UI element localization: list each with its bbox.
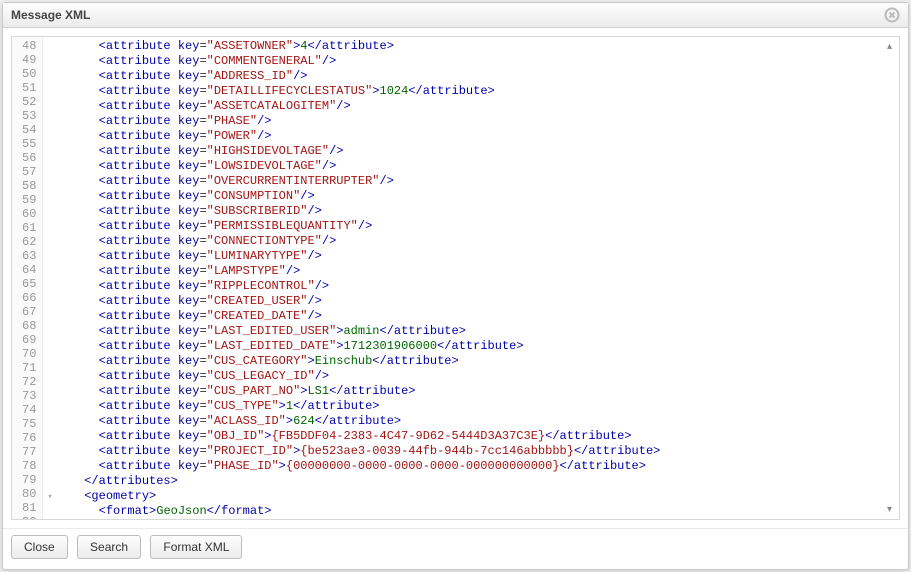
code-line: <attribute key="RIPPLECONTROL"/> (47, 279, 899, 294)
code-line: <attribute key="LOWSIDEVOLTAGE"/> (47, 159, 899, 174)
line-number-gutter: 4849505152535455565758596061626364656667… (12, 37, 43, 519)
code-line: <attribute key="LAST_EDITED_DATE">171230… (47, 339, 899, 354)
code-line: <attribute key="CUS_LEGACY_ID"/> (47, 369, 899, 384)
message-xml-dialog: Message XML ▴ ▾ 484950515253545556575859… (2, 2, 909, 570)
code-line: <attribute key="CUS_TYPE">1</attribute> (47, 399, 899, 414)
code-line: <attribute key="POWER"/> (47, 129, 899, 144)
code-line: <attribute key="SUBSCRIBERID"/> (47, 204, 899, 219)
format-xml-button[interactable]: Format XML (150, 535, 242, 559)
code-content[interactable]: <attribute key="ASSETOWNER">4</attribute… (43, 37, 899, 519)
code-line: ▾ <geometry> (47, 489, 899, 504)
dialog-titlebar[interactable]: Message XML (3, 3, 908, 28)
code-line: <attribute key="ACLASS_ID">624</attribut… (47, 414, 899, 429)
code-line: <attribute key="COMMENTGENERAL"/> (47, 54, 899, 69)
code-line: <format>GeoJson</format> (47, 504, 899, 519)
code-line: <attribute key="PERMISSIBLEQUANTITY"/> (47, 219, 899, 234)
close-button[interactable]: Close (11, 535, 68, 559)
code-line: <attribute key="CREATED_USER"/> (47, 294, 899, 309)
code-line: <attribute key="ASSETCATALOGITEM"/> (47, 99, 899, 114)
button-bar: Close Search Format XML (3, 528, 908, 569)
code-line: </attributes> (47, 474, 899, 489)
code-line: <attribute key="OBJ_ID">{FB5DDF04-2383-4… (47, 429, 899, 444)
code-line: <attribute key="DETAILLIFECYCLESTATUS">1… (47, 84, 899, 99)
code-line: <attribute key="CONNECTIONTYPE"/> (47, 234, 899, 249)
code-line: <attribute key="OVERCURRENTINTERRUPTER"/… (47, 174, 899, 189)
code-line: <attribute key="LUMINARYTYPE"/> (47, 249, 899, 264)
code-line: <attribute key="LAMPSTYPE"/> (47, 264, 899, 279)
code-editor[interactable]: ▴ ▾ 484950515253545556575859606162636465… (11, 36, 900, 520)
code-line: <attribute key="PHASE_ID">{00000000-0000… (47, 459, 899, 474)
code-line: <attribute key="PHASE"/> (47, 114, 899, 129)
code-line: <attribute key="HIGHSIDEVOLTAGE"/> (47, 144, 899, 159)
code-line: <attribute key="PROJECT_ID">{be523ae3-00… (47, 444, 899, 459)
close-icon[interactable] (884, 7, 900, 23)
dialog-title: Message XML (11, 8, 90, 22)
code-line: <attribute key="CUS_CATEGORY">Einschub</… (47, 354, 899, 369)
code-line: <attribute key="ADDRESS_ID"/> (47, 69, 899, 84)
code-line: <attribute key="CREATED_DATE"/> (47, 309, 899, 324)
code-line: <attribute key="LAST_EDITED_USER">admin<… (47, 324, 899, 339)
search-button[interactable]: Search (77, 535, 141, 559)
code-line: <attribute key="CUS_PART_NO">LS1</attrib… (47, 384, 899, 399)
code-line: <attribute key="CONSUMPTION"/> (47, 189, 899, 204)
code-line: <attribute key="ASSETOWNER">4</attribute… (47, 39, 899, 54)
